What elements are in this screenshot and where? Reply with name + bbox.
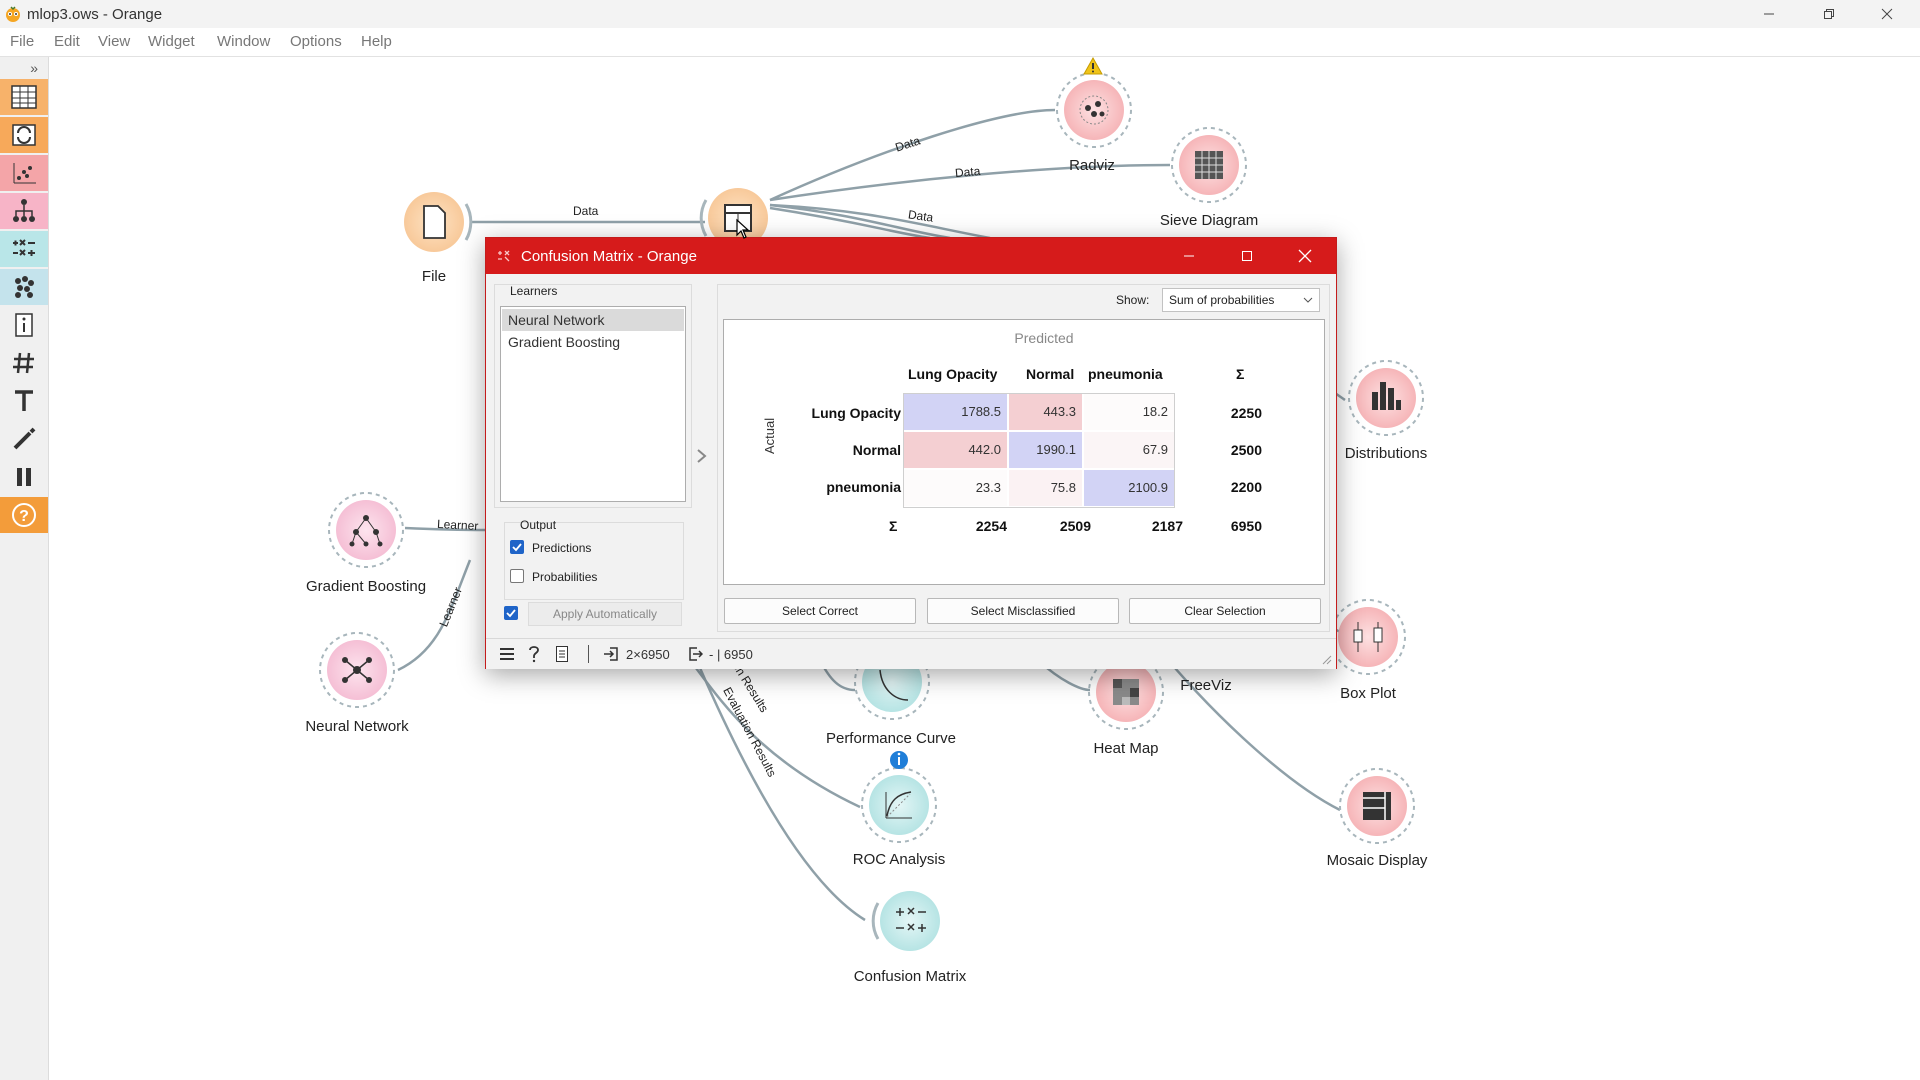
node-label-performance-curve: Performance Curve — [825, 730, 957, 747]
resize-grip-icon[interactable] — [1322, 655, 1332, 665]
node-label-box-plot: Box Plot — [1340, 685, 1396, 702]
predictions-label: Predictions — [532, 541, 592, 555]
report-icon[interactable] — [556, 646, 568, 662]
node-label-confusion-matrix: Confusion Matrix — [853, 968, 967, 985]
link-label-data: Data — [954, 163, 981, 181]
row-sum: 2500 — [1230, 442, 1262, 458]
row-header: Normal — [852, 442, 901, 458]
matrix-cell[interactable]: 23.3 — [904, 470, 1007, 506]
node-label-neural-network: Neural Network — [305, 718, 409, 735]
status-bar: 2×6950 - | 6950 — [486, 638, 1336, 669]
select-correct-button[interactable]: Select Correct — [724, 598, 916, 624]
show-select[interactable]: Sum of probabilities — [1162, 288, 1320, 312]
input-icon — [604, 647, 618, 661]
row-sum: 2250 — [1230, 405, 1262, 421]
column-sum: 2187 — [1151, 518, 1183, 534]
confusion-matrix-small-icon — [498, 250, 510, 262]
node-label-file: File — [421, 268, 447, 285]
select-misclassified-button[interactable]: Select Misclassified — [927, 598, 1119, 624]
learners-label: Learners — [510, 284, 558, 298]
apply-automatically-button[interactable]: Apply Automatically — [528, 602, 682, 626]
probabilities-label: Probabilities — [532, 570, 598, 584]
chevron-down-icon — [1303, 297, 1313, 303]
dialog-close-button[interactable] — [1276, 238, 1334, 274]
link-label-data: Data — [573, 204, 599, 218]
row-sum: 2200 — [1230, 479, 1262, 495]
dialog-title: Confusion Matrix - Orange — [521, 248, 697, 265]
node-label-freeviz: FreeViz — [1180, 677, 1232, 694]
sum-column-header: Σ — [1236, 366, 1245, 382]
grand-total: 6950 — [1230, 518, 1262, 534]
row-header: Lung Opacity — [811, 405, 901, 421]
input-summary: 2×6950 — [626, 647, 670, 662]
probabilities-checkbox[interactable] — [510, 569, 524, 583]
node-label-distributions: Distributions — [1344, 445, 1428, 462]
column-sum: 2509 — [1059, 518, 1091, 534]
confusion-matrix-table: Predicted Actual Lung Opacity Normal pne… — [723, 319, 1325, 585]
column-header: pneumonia — [1088, 366, 1163, 382]
matrix-cell[interactable]: 18.2 — [1084, 394, 1174, 430]
node-label-mosaic-display: Mosaic Display — [1326, 852, 1428, 869]
mouse-cursor-icon — [736, 218, 750, 239]
matrix-cells[interactable]: 1788.5 443.3 18.2 442.0 1990.1 67.9 23.3… — [903, 393, 1175, 508]
column-header: Normal — [1026, 366, 1075, 382]
menu-icon[interactable] — [500, 648, 514, 660]
confusion-matrix-dialog: Confusion Matrix - Orange Learners Neura… — [485, 237, 1337, 669]
apply-automatically-checkbox[interactable] — [504, 606, 518, 620]
output-label: Output — [520, 518, 557, 532]
actual-axis-label: Actual — [762, 417, 777, 454]
status-divider — [588, 645, 589, 663]
predictions-checkbox[interactable] — [510, 540, 524, 554]
matrix-cell[interactable]: 75.8 — [1009, 470, 1082, 506]
output-group — [504, 522, 684, 600]
show-select-value: Sum of probabilities — [1169, 293, 1275, 307]
show-label: Show: — [1116, 293, 1150, 307]
learner-item-neural-network[interactable]: Neural Network — [502, 309, 684, 331]
column-header: Lung Opacity — [908, 366, 998, 382]
row-header: pneumonia — [826, 479, 901, 495]
matrix-cell[interactable]: 442.0 — [904, 432, 1007, 468]
matrix-cell[interactable]: 1990.1 — [1009, 432, 1082, 468]
link-label-learner: Learner — [436, 516, 479, 534]
matrix-cell[interactable]: 443.3 — [1009, 394, 1082, 430]
node-label-radviz: Radviz — [1069, 157, 1115, 174]
column-sum: 2254 — [975, 518, 1007, 534]
learners-list[interactable]: Neural Network Gradient Boosting — [500, 306, 686, 502]
dialog-title-bar[interactable]: Confusion Matrix - Orange — [486, 238, 1336, 274]
matrix-cell[interactable]: 1788.5 — [904, 394, 1007, 430]
matrix-cell[interactable]: 2100.9 — [1084, 470, 1174, 506]
sum-row-header: Σ — [889, 518, 898, 534]
output-icon — [689, 647, 703, 661]
node-label-sieve-diagram: Sieve Diagram — [1159, 212, 1259, 229]
matrix-cell[interactable]: 67.9 — [1084, 432, 1174, 468]
output-summary: - | 6950 — [709, 647, 753, 662]
clear-selection-button[interactable]: Clear Selection — [1129, 598, 1321, 624]
node-label-gradient-boosting: Gradient Boosting — [305, 578, 427, 595]
help-question-icon[interactable] — [528, 645, 540, 663]
node-label-heat-map: Heat Map — [1093, 740, 1159, 757]
collapse-arrow-icon[interactable] — [696, 448, 708, 464]
dialog-maximize-button[interactable] — [1218, 238, 1276, 274]
dialog-minimize-button[interactable] — [1160, 238, 1218, 274]
node-label-roc-analysis: ROC Analysis — [852, 851, 946, 868]
learner-item-gradient-boosting[interactable]: Gradient Boosting — [502, 331, 684, 353]
predicted-axis-label: Predicted — [1014, 330, 1074, 346]
